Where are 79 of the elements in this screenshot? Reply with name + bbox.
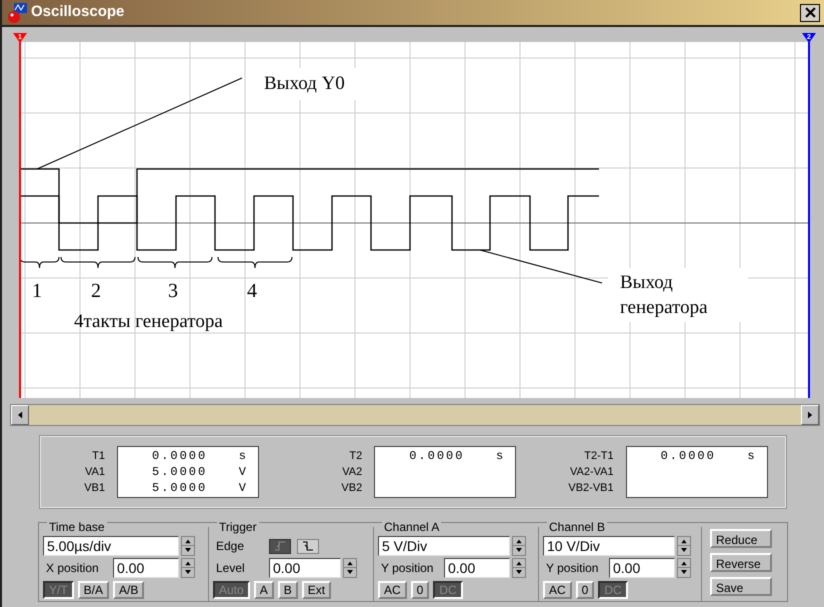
readout-value: 5.0000 [152,480,208,497]
readout-label: VB1 [84,481,105,496]
readout-unit: s [238,448,248,465]
volts-per-div-field[interactable]: 5 V/Div [378,536,510,556]
spinner-control[interactable] [343,558,357,578]
window-title: Oscilloscope [31,2,124,22]
readout-label: VA2 [342,465,362,480]
spinner-control[interactable] [181,558,195,578]
close-button[interactable] [800,4,820,22]
field-label: Y position [545,560,600,577]
up-arrow-icon[interactable] [513,559,525,568]
app-icon [6,2,28,24]
readout-label: VB2 [341,481,362,496]
up-arrow-icon[interactable] [182,559,194,568]
up-arrow-icon[interactable] [344,559,356,568]
field-label: X position [45,560,100,577]
falling-edge-icon [302,541,314,551]
rising-edge-icon [274,541,286,551]
readout-value: 0.0000 [660,448,716,465]
y-position-field[interactable]: 0.00 [444,558,510,578]
spinner-control[interactable] [181,536,195,556]
scroll-left-button[interactable] [11,405,29,425]
volts-per-div-field[interactable]: 10 V/Div [543,536,675,556]
readout-label: T2 [349,449,362,464]
up-arrow-icon[interactable] [678,537,690,546]
readout-unit: s [496,448,506,465]
readout-label: VA1 [85,465,105,480]
y-position-field[interactable]: 0.00 [609,558,675,578]
edge-button[interactable] [269,538,291,554]
action-button[interactable]: Reverse [710,553,772,572]
right-arrow-icon [808,411,812,419]
trigger-source-button[interactable]: A [254,581,274,599]
x-position-field[interactable]: 0.00 [113,558,179,578]
action-button[interactable]: Reduce [710,529,772,548]
callout-label: Выход генератора [608,268,748,322]
spinner-control[interactable] [677,558,691,578]
readout-label: T2-T1 [584,449,614,464]
clock-number: 3 [168,279,178,303]
scroll-right-button[interactable] [801,405,819,425]
up-arrow-icon[interactable] [513,537,525,546]
readout-label: VB2-VB1 [568,481,614,496]
spinner-control[interactable] [677,536,691,556]
time-scale-field[interactable]: 5.00µs/div [43,536,179,556]
edge-button[interactable] [297,538,319,554]
close-icon [804,7,816,18]
coupling-button[interactable]: 0 [576,581,594,599]
readout-unit: s [747,448,757,465]
readout-value: 5.0000 [152,464,208,481]
coupling-button[interactable]: AC [543,581,572,599]
readout-label: VA2-VA1 [570,465,614,480]
trigger-source-button[interactable]: Ext [302,581,332,599]
readout-value: 0.0000 [409,448,464,465]
clock-number: 2 [91,279,101,303]
mode-button[interactable]: A/B [113,581,144,599]
trigger-source-button[interactable]: B [278,581,298,599]
readout-unit: V [238,464,248,481]
up-arrow-icon[interactable] [678,559,690,568]
caption-text: 4такты генератора [74,310,223,334]
cursor-marker[interactable] [13,33,27,43]
coupling-button[interactable]: 0 [410,581,430,599]
readout-value: 0.0000 [152,448,208,465]
horizontal-scrollbar[interactable] [10,404,820,426]
mode-button[interactable]: B/A [78,581,110,599]
level-field[interactable]: 0.00 [269,558,341,578]
up-arrow-icon[interactable] [182,537,194,546]
clock-number: 1 [32,279,42,303]
field-label: Edge [215,538,246,555]
field-label: Level [215,560,246,577]
group-title: Trigger [217,519,259,535]
left-arrow-icon [18,411,22,419]
coupling-button[interactable]: AC [378,581,407,599]
readout-label: T1 [92,449,105,464]
spinner-control[interactable] [512,536,526,556]
clock-number: 4 [247,279,257,303]
field-label: Y position [380,560,434,577]
spinner-control[interactable] [512,558,526,578]
action-button[interactable]: Save [710,577,772,596]
cursor-marker[interactable] [802,33,816,43]
readout-unit: V [238,480,248,497]
